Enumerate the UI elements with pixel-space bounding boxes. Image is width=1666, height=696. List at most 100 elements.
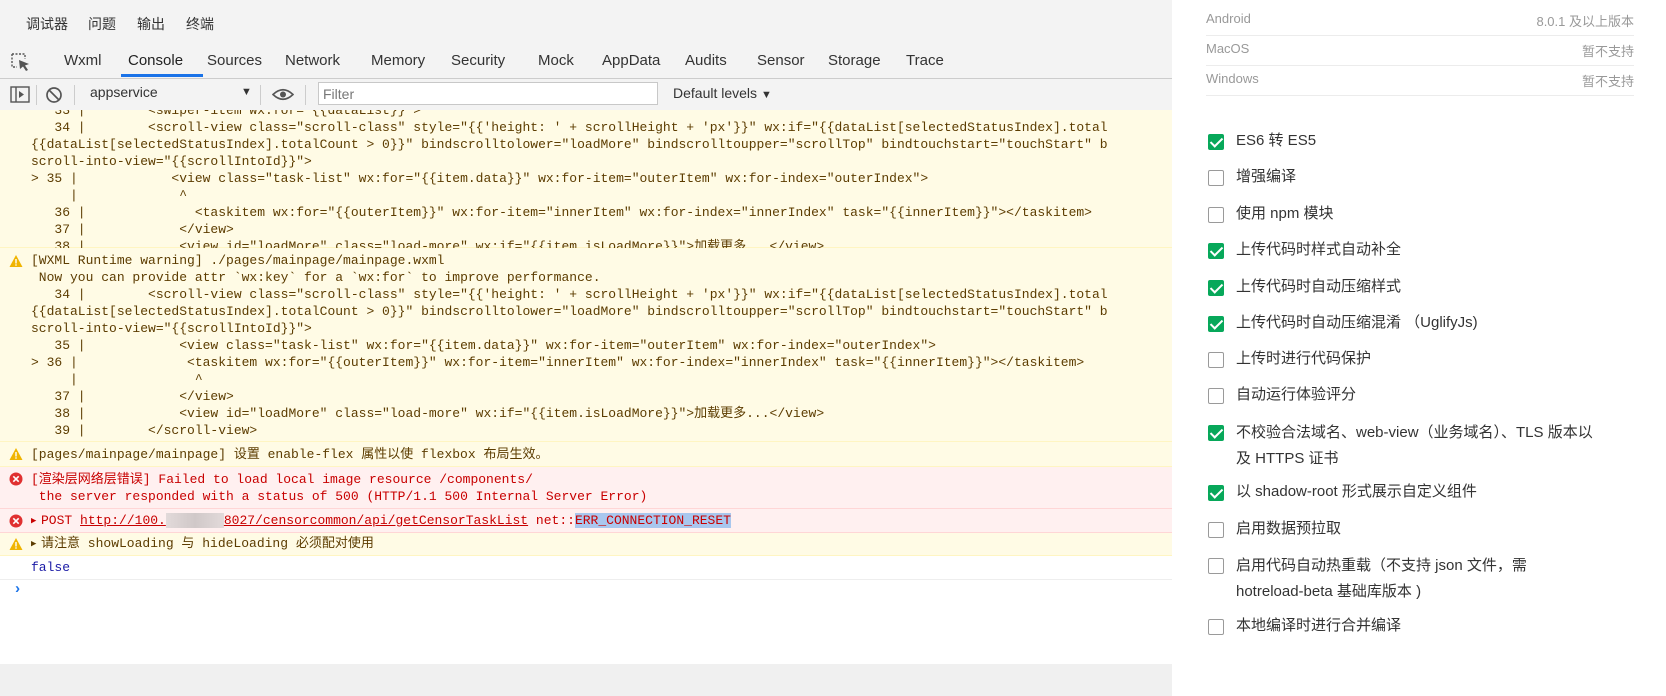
setting-label: 本地编译时进行合并编译 xyxy=(1236,617,1402,634)
devtools-panel: 调试器 问题 输出 终端 Wxml Console Sources Networ… xyxy=(0,0,1172,664)
toolbar-divider xyxy=(305,85,306,105)
platform-name: Android xyxy=(1206,11,1251,26)
tab-problems[interactable]: 问题 xyxy=(88,14,116,34)
console-error-message[interactable]: ▶ POST http://100. 8027/censorcommon/api/… xyxy=(0,509,1172,533)
tab-output[interactable]: 输出 xyxy=(137,14,165,34)
setting-checkbox[interactable] xyxy=(1208,316,1224,332)
active-tab-indicator xyxy=(121,74,203,77)
console-line: [WXML Runtime warning] ./pages/mainpage/… xyxy=(31,253,445,268)
setting-checkbox[interactable] xyxy=(1208,170,1224,186)
console-line: POST http://100. 8027/censorcommon/api/ge… xyxy=(41,512,731,530)
console-output: 33 | <swiper-item wx:for="{{dataList}}">… xyxy=(0,110,1172,664)
console-line: [pages/mainpage/mainpage] 设置 enable-flex… xyxy=(31,447,549,462)
dropdown-arrow-icon[interactable]: ▼ xyxy=(241,86,252,98)
setting-checkbox[interactable] xyxy=(1208,280,1224,296)
platform-value: 8.0.1 及以上版本 xyxy=(1536,14,1634,29)
console-line: 36 | <taskitem wx:for="{{outerItem}}" wx… xyxy=(31,205,1092,220)
setting-checkbox[interactable] xyxy=(1208,425,1224,441)
console-line: 35 | <view class="task-list" wx:for="{{i… xyxy=(31,338,936,353)
tab-storage[interactable]: Storage xyxy=(828,52,881,69)
setting-label: 增强编译 xyxy=(1236,168,1297,185)
net-label: net:: xyxy=(535,513,575,528)
redacted-ip xyxy=(165,513,224,529)
expand-triangle-icon[interactable]: ▶ xyxy=(31,516,36,526)
url-start: http://100. xyxy=(80,513,166,528)
console-line: 34 | <scroll-view class="scroll-class" s… xyxy=(31,120,1108,135)
inspect-element-icon[interactable] xyxy=(10,52,32,72)
context-selector[interactable]: appservice xyxy=(90,84,158,100)
toolbar-divider xyxy=(36,85,37,105)
warning-icon xyxy=(9,538,23,550)
console-value: false xyxy=(31,560,71,575)
toolbar-divider xyxy=(74,85,75,105)
setting-label: 上传时进行代码保护 xyxy=(1236,350,1372,367)
console-line: {{dataList[selectedStatusIndex].totalCou… xyxy=(31,137,1108,152)
console-line: 请注意 showLoading 与 hideLoading 必须配对使用 xyxy=(41,536,374,551)
console-line: | ^ xyxy=(31,372,203,387)
console-line: scroll-into-view="{{scrollIntoId}}"> xyxy=(31,321,312,336)
request-url-link[interactable]: http://100. 8027/censorcommon/api/getCens… xyxy=(80,513,529,529)
console-line: [渲染层网络层错误] Failed to load local image re… xyxy=(31,472,533,487)
platform-value: 暂不支持 xyxy=(1581,74,1634,89)
log-levels-label: Default levels xyxy=(673,85,758,101)
setting-checkbox[interactable] xyxy=(1208,134,1224,150)
setting-label: 上传代码时样式自动补全 xyxy=(1236,241,1402,258)
setting-label: 上传代码时自动压缩样式 xyxy=(1236,278,1402,295)
tab-wxml[interactable]: Wxml xyxy=(64,52,102,69)
console-line: scroll-into-view="{{scrollIntoId}}"> xyxy=(31,154,312,169)
tab-mock[interactable]: Mock xyxy=(538,52,574,69)
console-prompt[interactable]: › xyxy=(13,581,22,598)
tab-sensor[interactable]: Sensor xyxy=(757,52,805,69)
console-toolbar: appservice ▼ Default levels ▼ xyxy=(0,79,1172,111)
net-error-code: ERR_CONNECTION_RESET xyxy=(574,513,731,528)
console-warning-message[interactable]: ▶ 请注意 showLoading 与 hideLoading 必须配对使用 xyxy=(0,533,1172,556)
console-line: 37 | </view> xyxy=(31,222,234,237)
top-tab-bar: 调试器 问题 输出 终端 xyxy=(0,0,1172,42)
setting-checkbox[interactable] xyxy=(1208,522,1224,538)
setting-checkbox[interactable] xyxy=(1208,207,1224,223)
console-line: 37 | </view> xyxy=(31,389,234,404)
setting-checkbox[interactable] xyxy=(1208,558,1224,574)
tab-terminal[interactable]: 终端 xyxy=(186,14,214,34)
tab-trace[interactable]: Trace xyxy=(906,52,944,69)
dropdown-arrow-icon: ▼ xyxy=(760,89,772,101)
tab-audits[interactable]: Audits xyxy=(685,52,727,69)
url-end: 8027/censorcommon/api/getCensorTaskList xyxy=(223,513,529,528)
console-line: > 36 | <taskitem wx:for="{{outerItem}}" … xyxy=(31,355,1085,370)
setting-label: ES6 转 ES5 xyxy=(1236,132,1317,149)
filter-input[interactable] xyxy=(318,82,658,105)
setting-checkbox[interactable] xyxy=(1208,352,1224,368)
live-expression-eye-icon[interactable] xyxy=(272,88,294,101)
warning-icon xyxy=(9,255,23,267)
setting-checkbox[interactable] xyxy=(1208,485,1224,501)
setting-checkbox[interactable] xyxy=(1208,388,1224,404)
tab-sources[interactable]: Sources xyxy=(207,52,262,69)
tab-console[interactable]: Console xyxy=(128,52,183,69)
platform-row: Android 8.0.1 及以上版本 xyxy=(1206,5,1634,36)
console-line: Now you can provide attr `wx:key` for a … xyxy=(31,270,601,285)
local-settings-panel: Android 8.0.1 及以上版本 MacOS 暂不支持 Windows 暂… xyxy=(1172,0,1666,696)
tab-security[interactable]: Security xyxy=(451,52,505,69)
console-log-message: false xyxy=(0,556,1172,580)
setting-label: 自动运行体验评分 xyxy=(1236,386,1357,403)
tab-memory[interactable]: Memory xyxy=(371,52,425,69)
panel-tab-bar: Wxml Console Sources Network Memory Secu… xyxy=(0,42,1172,79)
log-levels-dropdown[interactable]: Default levels ▼ xyxy=(673,85,772,101)
error-icon xyxy=(9,514,23,528)
setting-checkbox[interactable] xyxy=(1208,619,1224,635)
tab-network[interactable]: Network xyxy=(285,52,340,69)
tab-appdata[interactable]: AppData xyxy=(602,52,660,69)
setting-label: 以 shadow-root 形式展示自定义组件 xyxy=(1236,483,1477,500)
console-line: > 35 | <view class="task-list" wx:for="{… xyxy=(31,171,929,186)
setting-checkbox[interactable] xyxy=(1208,243,1224,259)
tab-debugger[interactable]: 调试器 xyxy=(26,14,68,34)
console-line: 34 | <scroll-view class="scroll-class" s… xyxy=(31,287,1108,302)
setting-label: 不校验合法域名、web-view（业务域名）、TLS 版本以及 HTTPS 证书 xyxy=(1236,424,1593,467)
clear-console-icon[interactable] xyxy=(45,86,63,104)
setting-label: 使用 npm 模块 xyxy=(1236,205,1334,222)
console-warning-message: [WXML Runtime warning] ./pages/mainpage/… xyxy=(0,248,1172,442)
sidebar-toggle-icon[interactable] xyxy=(10,86,30,103)
setting-label: 启用代码自动热重载（不支持 json 文件，需 hotreload-beta 基… xyxy=(1236,557,1527,600)
expand-triangle-icon[interactable]: ▶ xyxy=(31,539,36,549)
console-line: 39 | </scroll-view> xyxy=(31,423,258,438)
